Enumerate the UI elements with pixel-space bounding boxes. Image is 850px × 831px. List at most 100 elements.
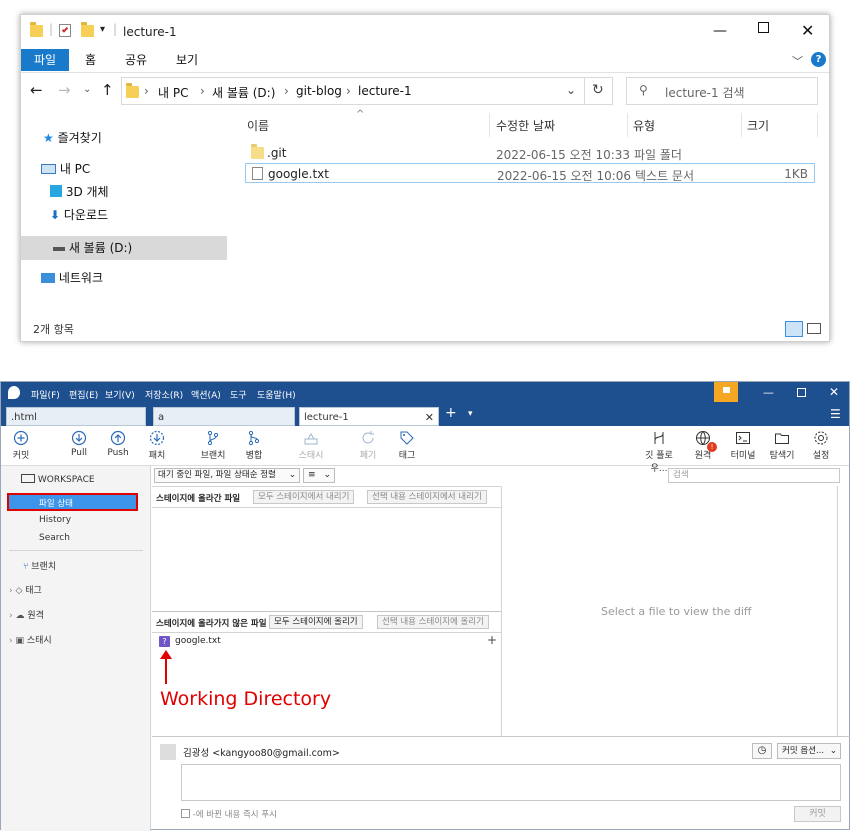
- unstage-selected-button[interactable]: 선택 내용 스테이지에서 내리기: [367, 490, 487, 504]
- stage-all-button[interactable]: 모두 스테이지에 올리기: [269, 615, 363, 629]
- details-view-icon[interactable]: [785, 321, 803, 337]
- sidebar-item-history[interactable]: History: [39, 515, 71, 525]
- sidebar-section-stashes[interactable]: › ▣ 스태시: [9, 633, 52, 646]
- commit-button[interactable]: 커밋: [794, 806, 841, 822]
- settings-button[interactable]: 설정: [801, 430, 841, 461]
- repo-tab-a[interactable]: a: [153, 407, 295, 426]
- hamburger-menu-icon[interactable]: ☰: [830, 407, 841, 421]
- navigation-pane: ★ 즐겨찾기 내 PC 3D 개체 ⬇ 다운로드 새 볼륨 (D:) 네트워크: [21, 123, 227, 313]
- menu-file[interactable]: 파일(F): [31, 388, 60, 401]
- sidebar-section-tags[interactable]: › ◇ 태그: [9, 583, 42, 596]
- menu-repository[interactable]: 저장소(R): [145, 388, 183, 401]
- merge-button[interactable]: 병합: [234, 430, 274, 461]
- large-icons-view-icon[interactable]: [807, 323, 821, 334]
- file-row-google-txt[interactable]: google.txt 2022-06-15 오전 10:06 텍스트 문서 1K…: [245, 163, 815, 183]
- close-button[interactable]: ✕: [829, 385, 839, 399]
- clock-icon[interactable]: ◷: [752, 743, 772, 759]
- nav-item-3d-objects[interactable]: 3D 개체: [50, 181, 109, 203]
- chevron-down-icon: ⌄: [323, 470, 331, 480]
- maximize-button[interactable]: [758, 22, 769, 33]
- breadcrumb-git-blog[interactable]: git-blog: [296, 84, 342, 98]
- breadcrumb-volume[interactable]: 새 볼륨 (D:): [212, 84, 275, 101]
- branch-button[interactable]: 브랜치: [193, 430, 233, 461]
- up-icon[interactable]: ↑: [101, 81, 114, 99]
- tag-button[interactable]: 태그: [387, 430, 427, 461]
- staged-files-title: 스테이지에 올라간 파일: [156, 494, 241, 504]
- quick-access-dropdown-icon[interactable]: ▾: [100, 24, 105, 35]
- menu-help[interactable]: 도움말(H): [257, 388, 296, 401]
- file-filter-dropdown[interactable]: 대기 중인 파일, 파일 상태순 정렬 ⌄: [154, 468, 300, 483]
- nav-item-this-pc[interactable]: 내 PC: [41, 158, 90, 180]
- stash-button[interactable]: 스태시: [291, 430, 331, 461]
- fetch-button[interactable]: 패치: [137, 430, 177, 461]
- menu-view[interactable]: 보기(V): [105, 388, 135, 401]
- commit-message-input[interactable]: [181, 764, 841, 801]
- sourcetree-window: 파일(F) 편집(E) 보기(V) 저장소(R) 액션(A) 도구 도움말(H)…: [0, 381, 850, 831]
- search-box[interactable]: ⚲ lecture-1 검색: [626, 77, 818, 105]
- col-name[interactable]: 이름: [247, 117, 269, 134]
- close-button[interactable]: ✕: [801, 21, 814, 40]
- push-button[interactable]: Push: [98, 430, 138, 458]
- nav-item-favorites[interactable]: ★ 즐겨찾기: [43, 127, 102, 149]
- search-input[interactable]: 검색: [668, 468, 840, 483]
- maximize-button[interactable]: [797, 388, 806, 397]
- nav-item-volume-d[interactable]: 새 볼륨 (D:): [21, 236, 227, 260]
- repo-tab-html[interactable]: .html: [6, 407, 146, 426]
- help-icon[interactable]: ?: [811, 52, 826, 67]
- unstaged-file-item[interactable]: google.txt: [175, 636, 221, 646]
- menu-tools[interactable]: 도구: [230, 388, 247, 401]
- breadcrumb-lecture-1[interactable]: lecture-1: [358, 84, 412, 98]
- recent-locations-icon[interactable]: ⌄: [83, 84, 91, 95]
- address-bar[interactable]: › 내 PC › 새 볼륨 (D:) › git-blog › lecture-…: [121, 77, 613, 105]
- remote-button[interactable]: 원격!: [683, 430, 723, 461]
- new-tab-icon[interactable]: +: [445, 405, 457, 421]
- tab-list-icon[interactable]: ▾: [468, 409, 473, 419]
- stage-file-plus-icon[interactable]: +: [487, 633, 497, 647]
- sidebar-section-remotes[interactable]: › ☁ 원격: [9, 608, 44, 621]
- refresh-icon[interactable]: ↻: [592, 82, 604, 98]
- back-icon[interactable]: ←: [30, 81, 43, 99]
- commit-options-dropdown[interactable]: 커밋 옵션... ⌄: [777, 743, 841, 759]
- forward-icon[interactable]: →: [58, 81, 71, 99]
- minimize-button[interactable]: —: [713, 23, 727, 39]
- pull-button[interactable]: Pull: [59, 430, 99, 458]
- properties-icon[interactable]: [59, 24, 71, 37]
- file-row-git[interactable]: .git 2022-06-15 오전 10:33 파일 폴더: [245, 143, 815, 163]
- minimize-button[interactable]: —: [763, 386, 774, 399]
- sort-arrow-icon: ^: [356, 109, 365, 120]
- new-folder-icon[interactable]: [81, 22, 94, 37]
- sidebar-item-file-status[interactable]: 파일 상태: [7, 493, 138, 511]
- explorer-button[interactable]: 탐색기: [762, 430, 802, 461]
- address-bar-row: ← → ⌄ ↑ › 내 PC › 새 볼륨 (D:) › git-blog › …: [21, 75, 829, 107]
- breadcrumb-this-pc[interactable]: 내 PC: [158, 84, 188, 101]
- tab-view[interactable]: 보기: [176, 49, 198, 71]
- commit-button[interactable]: 커밋: [1, 430, 41, 461]
- sidebar-item-search[interactable]: Search: [39, 533, 70, 543]
- workspace-header: WORKSPACE: [21, 474, 95, 485]
- view-mode-dropdown[interactable]: ≡ ⌄: [303, 468, 335, 483]
- search-icon: ⚲: [639, 83, 648, 97]
- tab-home[interactable]: 홈: [85, 49, 96, 71]
- tab-file[interactable]: 파일: [21, 49, 69, 71]
- sidebar: WORKSPACE 파일 상태 History Search ⑂ 브랜치 › ◇…: [1, 466, 151, 831]
- menu-action[interactable]: 액션(A): [191, 388, 221, 401]
- push-immediately-checkbox[interactable]: -에 바뀐 내용 즉시 푸시: [181, 808, 277, 820]
- unstage-all-button[interactable]: 모두 스테이지에서 내리기: [253, 490, 355, 504]
- terminal-button[interactable]: 터미널: [723, 430, 763, 461]
- discard-button[interactable]: 폐기: [348, 430, 388, 461]
- flag-icon[interactable]: [714, 382, 738, 402]
- close-tab-icon[interactable]: ✕: [425, 408, 434, 427]
- col-size[interactable]: 크기: [747, 117, 769, 134]
- sidebar-section-branches[interactable]: ⑂ 브랜치: [23, 559, 56, 572]
- col-date[interactable]: 수정한 날짜: [496, 117, 555, 134]
- ribbon-collapse-icon[interactable]: ﹀: [792, 53, 803, 69]
- menu-edit[interactable]: 편집(E): [69, 388, 98, 401]
- commit-author: 김광성 <kangyoo80@gmail.com>: [183, 748, 340, 759]
- nav-item-network[interactable]: 네트워크: [41, 267, 103, 289]
- stage-selected-button[interactable]: 선택 내용 스테이지에 올리기: [377, 615, 489, 629]
- nav-item-downloads[interactable]: ⬇ 다운로드: [50, 204, 108, 226]
- tab-share[interactable]: 공유: [125, 49, 147, 71]
- repo-tab-lecture-1[interactable]: lecture-1 ✕: [299, 407, 439, 426]
- address-dropdown-icon[interactable]: ⌄: [566, 83, 576, 97]
- col-type[interactable]: 유형: [633, 117, 655, 134]
